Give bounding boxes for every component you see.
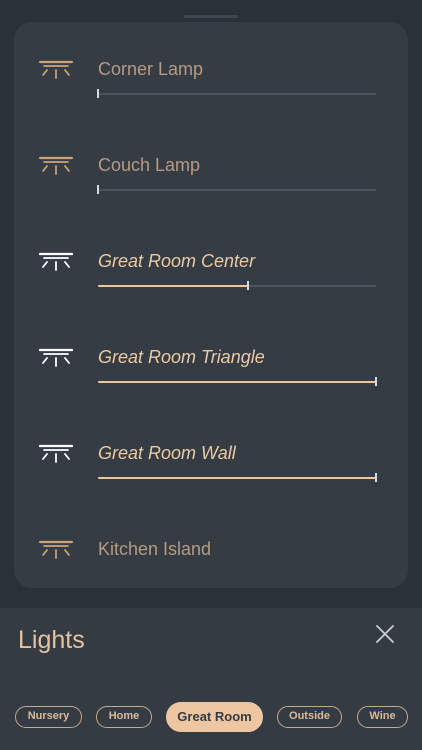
slider-track	[98, 189, 376, 191]
slider-thumb[interactable]	[97, 89, 99, 98]
room-tab-nursery[interactable]: Nursery	[15, 706, 82, 728]
brightness-slider[interactable]	[97, 89, 376, 99]
lights-list-card: Corner Lamp Couch Lamp Great Room Center…	[14, 22, 408, 588]
brightness-slider[interactable]	[98, 377, 377, 387]
ceiling-light-icon	[38, 60, 74, 79]
light-row-kitchen-island[interactable]: Kitchen Island	[14, 526, 408, 588]
slider-thumb[interactable]	[247, 281, 250, 290]
slider-track	[98, 93, 376, 95]
room-tab-wine[interactable]: Wine	[357, 706, 408, 728]
room-tab-home[interactable]: Home	[96, 706, 152, 728]
sheet-grabber[interactable]	[184, 15, 238, 18]
ceiling-light-icon	[38, 540, 74, 559]
room-tab-outside[interactable]: Outside	[277, 706, 342, 728]
brightness-slider[interactable]	[98, 281, 376, 291]
light-row-great-room-triangle[interactable]: Great Room Triangle	[14, 334, 408, 430]
brightness-slider[interactable]	[98, 473, 377, 483]
light-name: Great Room Triangle	[98, 347, 265, 367]
ceiling-light-icon	[38, 156, 74, 175]
slider-fill	[98, 381, 376, 383]
light-name: Great Room Center	[98, 251, 256, 271]
brightness-slider[interactable]	[97, 185, 376, 195]
ceiling-light-icon	[38, 348, 74, 367]
room-panel: Lights Nursery Home Great Room Outside W…	[0, 608, 422, 750]
light-row-corner-lamp[interactable]: Corner Lamp	[14, 46, 408, 142]
room-tab-great-room[interactable]: Great Room	[166, 702, 263, 732]
ceiling-light-icon	[38, 444, 74, 463]
light-row-couch-lamp[interactable]: Couch Lamp	[14, 142, 408, 238]
light-row-great-room-wall[interactable]: Great Room Wall	[14, 430, 408, 526]
slider-thumb[interactable]	[97, 185, 99, 194]
slider-thumb[interactable]	[375, 473, 377, 482]
light-name: Kitchen Island	[98, 539, 212, 559]
slider-thumb[interactable]	[375, 377, 377, 386]
panel-title: Lights	[18, 626, 85, 654]
light-name: Corner Lamp	[98, 59, 204, 79]
light-name: Couch Lamp	[98, 155, 201, 175]
light-row-great-room-center[interactable]: Great Room Center	[14, 238, 408, 334]
close-icon[interactable]	[373, 622, 397, 646]
slider-fill	[98, 285, 249, 287]
light-name: Great Room Wall	[98, 443, 236, 463]
ceiling-light-icon	[38, 252, 74, 271]
slider-fill	[98, 477, 376, 479]
